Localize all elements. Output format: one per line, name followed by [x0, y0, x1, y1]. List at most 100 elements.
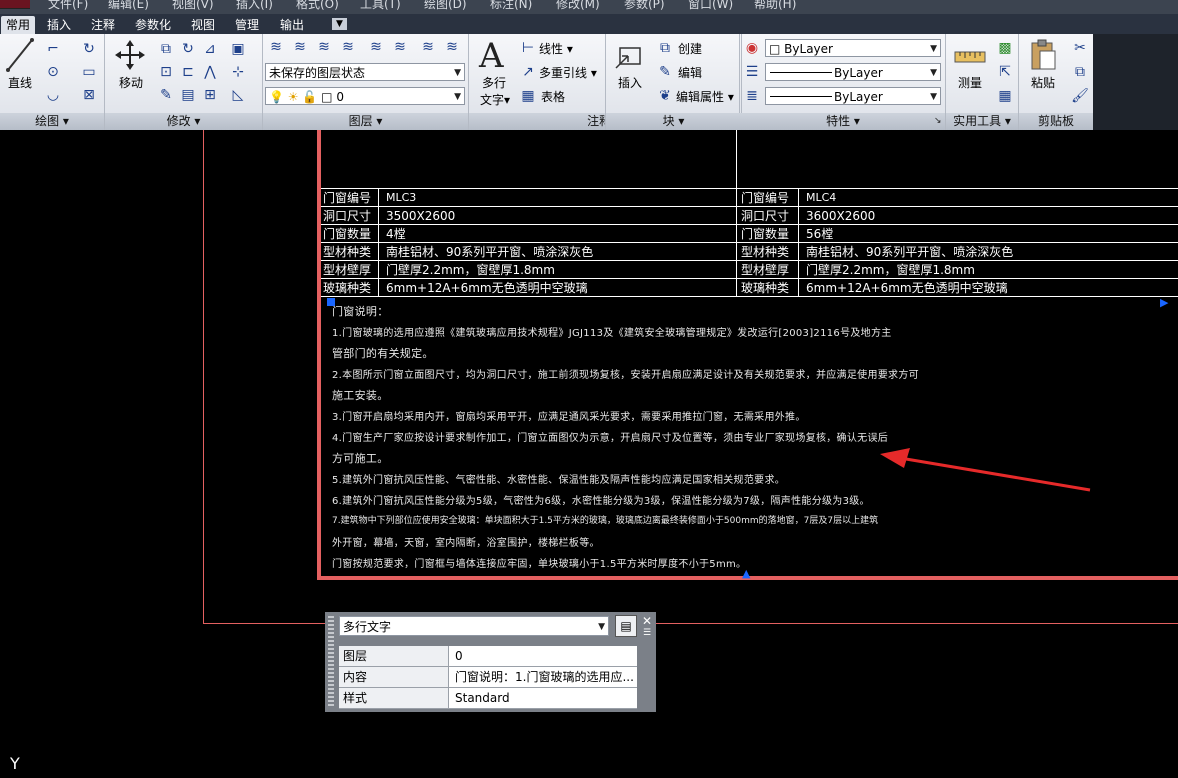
props-row-style[interactable]: 样式 Standard [339, 688, 637, 709]
panel-clipboard-title[interactable]: 剪贴板 [1019, 113, 1093, 130]
menu-view[interactable]: 视图(V) [172, 0, 214, 12]
close-icon[interactable]: ✕ [642, 614, 652, 628]
layer-dropdown[interactable]: 💡 ☀ 🔓 □ 0 ▼ [265, 87, 465, 105]
move-button[interactable]: 移动 [111, 74, 151, 91]
tab-home[interactable]: 常用 [1, 16, 36, 34]
mirror-icon[interactable]: ⋀ [201, 63, 219, 81]
panel-properties-title[interactable]: 特性 ▾ [741, 113, 945, 130]
rectangle-icon[interactable]: ▭ [80, 63, 98, 81]
lineweight-dropdown[interactable]: ByLayer ▼ [765, 87, 941, 105]
table-button[interactable]: 表格 [541, 88, 565, 105]
menu-dimension[interactable]: 标注(N) [490, 0, 532, 12]
layer-isolate-icon[interactable]: ≋ [419, 38, 437, 56]
line-button[interactable]: 直线 [2, 74, 38, 91]
props-value[interactable]: Standard [451, 688, 637, 708]
trim-icon[interactable]: ⊿ [201, 40, 219, 58]
copy-clip-icon[interactable]: ⧉ [1071, 63, 1089, 81]
layer-unisolate-icon[interactable]: ≋ [443, 38, 461, 56]
tab-manage[interactable]: 管理 [230, 16, 264, 34]
edit-attributes-button[interactable]: 编辑属性 ▾ [676, 88, 734, 105]
tab-insert[interactable]: 插入 [42, 16, 76, 34]
create-block-button[interactable]: 创建 [678, 40, 702, 57]
paste-icon[interactable] [1029, 39, 1057, 71]
copy-icon[interactable]: ⧉ [157, 40, 175, 58]
create-block-icon[interactable]: ⧉ [656, 39, 674, 57]
calculator-icon[interactable]: ▦ [996, 87, 1014, 105]
props-row-layer[interactable]: 图层 0 [339, 646, 637, 667]
quick-select-icon[interactable]: ▩ [996, 39, 1014, 57]
stretch-icon[interactable]: ⊡ [157, 63, 175, 81]
scale-icon[interactable]: ⊏ [179, 63, 197, 81]
props-value[interactable]: 0 [451, 646, 637, 666]
mleader-button[interactable]: 多重引线 ▾ [539, 64, 597, 81]
layer-lock-icon[interactable]: ≋ [339, 38, 357, 56]
color-dropdown[interactable]: □ ByLayer ▼ [765, 39, 941, 57]
panel-utilities-title[interactable]: 实用工具 ▾ [946, 113, 1018, 130]
menu-window[interactable]: 窗口(W) [688, 0, 733, 12]
object-type-dropdown[interactable]: 多行文字 ▼ [339, 616, 609, 636]
erase-icon[interactable]: ▣ [229, 40, 247, 58]
edit-block-button[interactable]: 编辑 [678, 64, 702, 81]
tab-output[interactable]: 输出 [275, 16, 309, 34]
menu-tools[interactable]: 工具(T) [360, 0, 401, 12]
palette-options-icon[interactable]: ☰ [643, 628, 651, 638]
panel-block-title[interactable]: 块 ▾ [606, 113, 741, 130]
array-icon[interactable]: ⊞ [201, 86, 219, 104]
menu-help[interactable]: 帮助(H) [754, 0, 796, 12]
circle-icon[interactable]: ⊙ [44, 63, 62, 81]
linear-dimension-button[interactable]: 线性 ▾ [539, 40, 573, 57]
rotate-icon[interactable]: ↻ [179, 40, 197, 58]
paste-button[interactable]: 粘贴 [1023, 74, 1063, 91]
cut-icon[interactable]: ✂ [1071, 39, 1089, 57]
linetype-icon[interactable]: ≣ [743, 87, 761, 105]
properties-dialog-launcher-icon[interactable]: ↘ [934, 116, 942, 126]
table-icon[interactable]: ▦ [519, 87, 537, 105]
menu-modify[interactable]: 修改(M) [556, 0, 600, 12]
panel-modify-title[interactable]: 修改 ▾ [105, 113, 262, 130]
color-wheel-icon[interactable]: ◉ [743, 39, 761, 57]
mtext-label1[interactable]: 多行 [473, 74, 515, 91]
insert-block-icon[interactable] [614, 40, 648, 70]
panel-draw-title[interactable]: 绘图 ▾ [0, 113, 104, 130]
mtext-icon[interactable]: A [479, 36, 504, 76]
insert-button[interactable]: 插入 [610, 74, 650, 91]
application-button[interactable] [0, 0, 30, 9]
layer-state-icon[interactable]: ≋ [291, 38, 309, 56]
tab-annotate[interactable]: 注释 [86, 16, 120, 34]
menu-draw[interactable]: 绘图(D) [424, 0, 467, 12]
gradient-icon[interactable]: ⊠ [80, 86, 98, 104]
menu-parameter[interactable]: 参数(P) [624, 0, 665, 12]
layer-previous-icon[interactable]: ≋ [391, 38, 409, 56]
edit-attributes-icon[interactable]: ❦ [656, 87, 674, 105]
tab-parametric[interactable]: 参数化 [130, 16, 176, 34]
palette-drag-grip[interactable] [328, 616, 334, 708]
layer-properties-icon[interactable]: ≋ [267, 38, 285, 56]
layer-state-dropdown[interactable]: 未保存的图层状态 ▼ [265, 63, 465, 81]
edit-block-icon[interactable]: ✎ [656, 63, 674, 81]
measure-icon[interactable] [954, 44, 986, 68]
menu-format[interactable]: 格式(O) [296, 0, 339, 12]
layer-match-icon[interactable]: ≋ [367, 38, 385, 56]
select-all-icon[interactable]: ⇱ [996, 63, 1014, 81]
fillet-icon[interactable]: ✎ [157, 86, 175, 104]
menu-file[interactable]: 文件(F) [48, 0, 88, 12]
props-row-contents[interactable]: 内容 门窗说明：1.门窗玻璃的选用应... [339, 667, 637, 688]
arc-icon[interactable]: ◡ [44, 86, 62, 104]
line-icon[interactable] [6, 38, 34, 72]
props-value[interactable]: 门窗说明：1.门窗玻璃的选用应... [451, 667, 637, 687]
menu-insert[interactable]: 插入(I) [236, 0, 273, 12]
hatch-icon[interactable]: ↻ [80, 40, 98, 58]
lineweight-icon[interactable]: ☰ [743, 63, 761, 81]
mleader-icon[interactable]: ↗ [519, 63, 537, 81]
grip-handle-right-arrow-icon[interactable]: ▶ [1160, 296, 1168, 309]
polyline-icon[interactable]: ⌐ [44, 40, 62, 58]
measure-button[interactable]: 测量 [950, 74, 990, 91]
ribbon-minimize-icon[interactable]: ▼ [332, 18, 347, 30]
menu-edit[interactable]: 编辑(E) [108, 0, 149, 12]
linetype-dropdown[interactable]: ByLayer ▼ [765, 63, 941, 81]
mtext-button[interactable]: 文字▾ [471, 91, 519, 108]
linear-dimension-icon[interactable]: ⊢ [519, 39, 537, 57]
select-objects-icon[interactable]: ▤ [615, 615, 637, 637]
panel-layers-title[interactable]: 图层 ▾ [263, 113, 468, 130]
offset-icon[interactable]: ▤ [179, 86, 197, 104]
